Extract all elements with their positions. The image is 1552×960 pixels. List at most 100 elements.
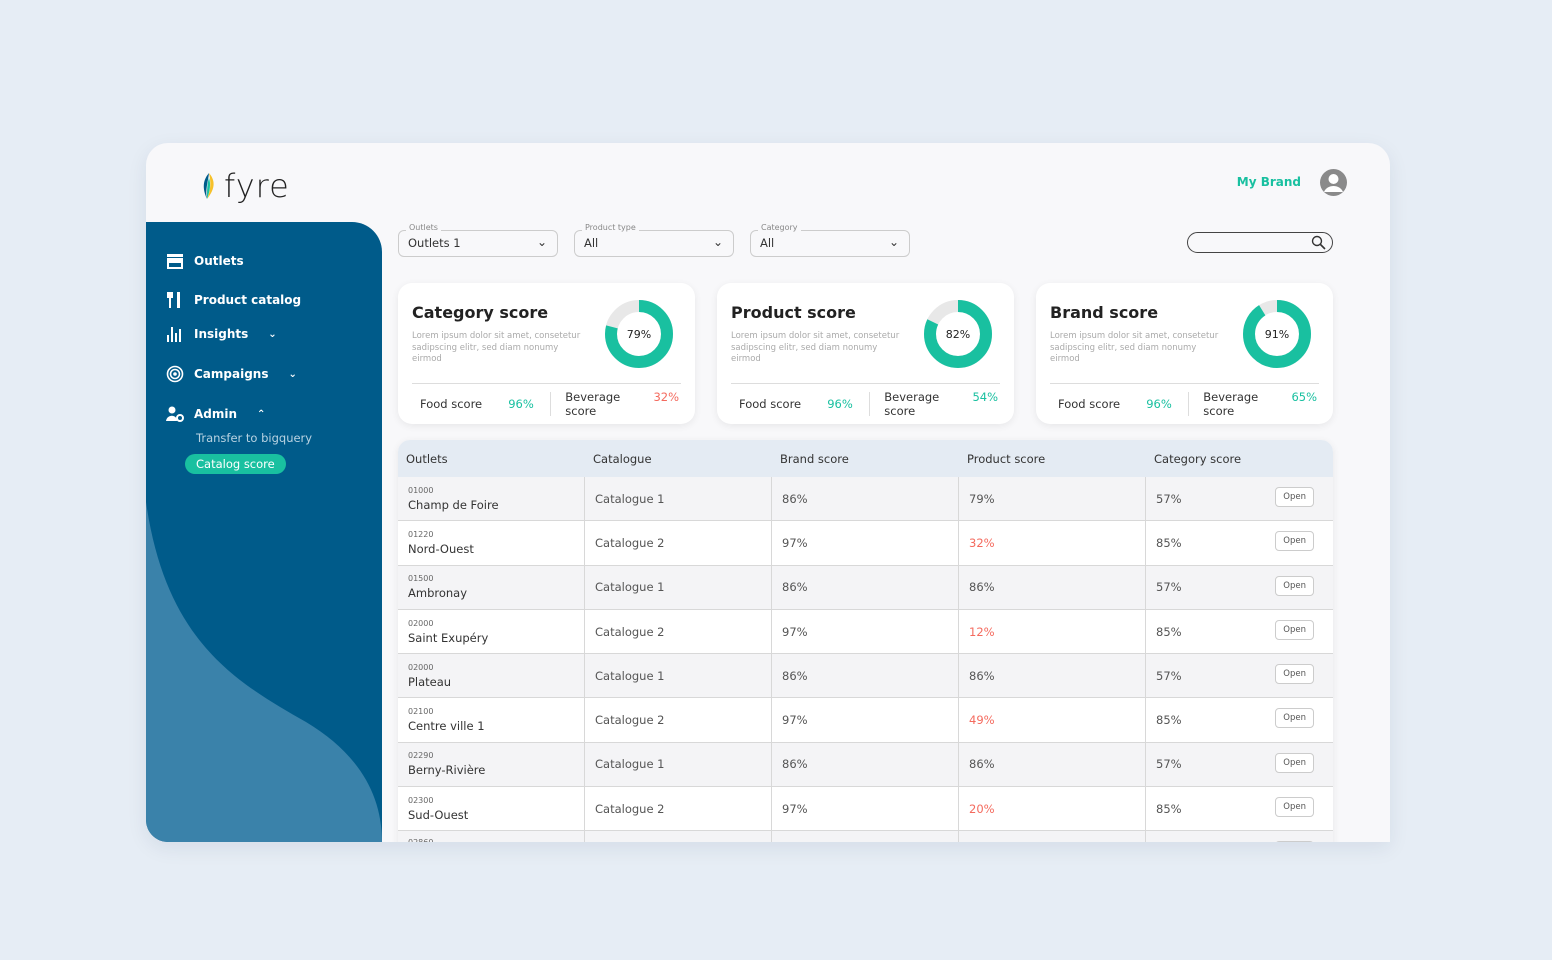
catalogue-cell: Catalogue 2 bbox=[585, 698, 772, 742]
filter-label: Category bbox=[758, 223, 801, 232]
category-score-value: 85% bbox=[1156, 535, 1182, 550]
table-row[interactable]: 01500 Ambronay Catalogue 1 86% 86% 57% Ope… bbox=[398, 565, 1333, 610]
catalogue-cell: Catalogue 1 bbox=[585, 477, 772, 521]
beverage-score-value: 32% bbox=[653, 390, 679, 404]
category-score-cell: 57% Open bbox=[1146, 566, 1333, 609]
brand-link[interactable]: My Brand bbox=[1237, 175, 1301, 189]
app-window: Fyre My Brand Outlets Product catalog In… bbox=[146, 143, 1390, 842]
chevron-down-icon: ⌄ bbox=[268, 328, 277, 340]
category-score-value: 85% bbox=[1156, 801, 1182, 816]
column-header[interactable]: Product score bbox=[959, 452, 1146, 466]
category-score-value: 57% bbox=[1156, 491, 1182, 506]
product-score-cell: 32% bbox=[959, 521, 1146, 565]
category-filter[interactable]: Category All ⌄ bbox=[750, 223, 910, 257]
open-button[interactable]: Open bbox=[1275, 841, 1314, 842]
open-button[interactable]: Open bbox=[1275, 752, 1314, 773]
outlet-code: 01220 bbox=[408, 529, 434, 539]
card-footer: Food score 96% Beverage score 54% bbox=[717, 390, 1014, 418]
chevron-down-icon: ⌄ bbox=[888, 235, 899, 249]
sidebar-label: Product catalog bbox=[194, 293, 302, 307]
search-input[interactable] bbox=[1187, 232, 1333, 253]
card-title: Product score bbox=[731, 303, 856, 322]
column-header[interactable]: Outlets bbox=[398, 452, 585, 466]
table-row[interactable]: 01000 Champ de Foire Catalogue 1 86% 79% … bbox=[398, 477, 1333, 522]
logo-text: Fyre bbox=[224, 167, 290, 205]
sidebar-item-campaigns[interactable]: Campaigns ⌄ bbox=[166, 365, 297, 383]
food-score-value: 96% bbox=[1146, 397, 1172, 411]
divider bbox=[731, 383, 1000, 384]
sidebar-wave bbox=[146, 502, 382, 842]
table-row[interactable]: 02100 Centre ville 1 Catalogue 2 97% 49% … bbox=[398, 698, 1333, 743]
sidebar-subitem-catalog-score[interactable]: Catalog score bbox=[185, 454, 286, 474]
sidebar-subitem-transfer[interactable]: Transfer to bigquery bbox=[196, 431, 312, 445]
outlet-code: 02300 bbox=[408, 795, 434, 805]
outlet-cell: 02000 Plateau bbox=[398, 654, 585, 698]
card-title: Category score bbox=[412, 303, 549, 322]
table-row[interactable]: 02000 Saint Exupéry Catalogue 2 97% 12% 8… bbox=[398, 609, 1333, 655]
table-row[interactable]: 01220 Nord-Ouest Catalogue 2 97% 32% 85% O… bbox=[398, 521, 1333, 566]
beverage-score-label: Beverage score bbox=[1203, 390, 1259, 418]
category-score-cell: 85% Open bbox=[1146, 610, 1333, 653]
open-button[interactable]: Open bbox=[1275, 575, 1314, 596]
outlets-filter[interactable]: Outlets Outlets 1 ⌄ bbox=[398, 223, 558, 257]
table-row[interactable]: 02290 Berny-Rivière Catalogue 1 86% 86% 5… bbox=[398, 742, 1333, 788]
outlet-cell: 02000 Saint Exupéry bbox=[398, 609, 585, 654]
outlet-name: Sud-Ouest bbox=[408, 807, 469, 822]
table-row[interactable]: 02000 Plateau Catalogue 1 86% 86% 57% Open bbox=[398, 654, 1333, 699]
donut-label: 91% bbox=[1265, 328, 1289, 341]
product-type-filter[interactable]: Product type All ⌄ bbox=[574, 223, 734, 257]
logo: Fyre bbox=[200, 167, 290, 205]
brand-score-cell: 86% bbox=[772, 477, 959, 521]
sidebar: Outlets Product catalog Insights ⌄ Campai… bbox=[146, 222, 382, 842]
open-button[interactable]: Open bbox=[1275, 708, 1314, 729]
brand-score-cell: 97% bbox=[772, 609, 959, 654]
outlet-code: 01500 bbox=[408, 574, 434, 584]
sidebar-item-admin[interactable]: Admin ⌃ bbox=[166, 405, 265, 423]
product-score-cell: 49% bbox=[959, 698, 1146, 742]
chevron-down-icon: ⌄ bbox=[288, 368, 297, 380]
catalogue-cell bbox=[585, 831, 772, 842]
filter-label: Product type bbox=[582, 223, 639, 232]
divider bbox=[412, 383, 681, 384]
category-score-value: 57% bbox=[1156, 580, 1182, 595]
outlets-table: Outlets Catalogue Brand score Product sc… bbox=[398, 440, 1333, 842]
outlet-name: Plateau bbox=[408, 674, 452, 689]
filter-value: Outlets 1 bbox=[408, 236, 461, 250]
open-button[interactable]: Open bbox=[1275, 531, 1314, 552]
category-score-cell: Open bbox=[1146, 831, 1333, 842]
filter-value: All bbox=[760, 236, 775, 250]
brand-score-cell: 86% bbox=[772, 742, 959, 787]
sidebar-item-insights[interactable]: Insights ⌄ bbox=[166, 325, 277, 343]
card-description: Lorem ipsum dolor sit amet, consetetur s… bbox=[412, 331, 581, 364]
divider bbox=[1050, 383, 1319, 384]
open-button[interactable]: Open bbox=[1275, 797, 1314, 818]
table-row[interactable]: 02300 Sud-Ouest Catalogue 2 97% 20% 85% Op… bbox=[398, 787, 1333, 832]
column-header[interactable]: Catalogue bbox=[585, 452, 772, 466]
card-description: Lorem ipsum dolor sit amet, consetetur s… bbox=[731, 331, 900, 364]
category-score-cell: 85% Open bbox=[1146, 698, 1333, 741]
filter-value: All bbox=[584, 236, 599, 250]
sidebar-label: Insights bbox=[194, 327, 249, 341]
bar-chart-icon bbox=[167, 327, 181, 342]
column-header[interactable]: Category score bbox=[1146, 452, 1333, 466]
category-score-cell: 85% Open bbox=[1146, 787, 1333, 830]
score-card: Category score Lorem ipsum dolor sit ame… bbox=[398, 283, 695, 424]
food-score-label: Food score bbox=[1058, 397, 1121, 411]
product-score-cell bbox=[959, 831, 1146, 842]
category-score-value: 57% bbox=[1156, 757, 1182, 772]
open-button[interactable]: Open bbox=[1275, 487, 1314, 507]
open-button[interactable]: Open bbox=[1275, 664, 1314, 685]
column-header[interactable]: Brand score bbox=[772, 452, 959, 466]
brand-score-cell: 97% bbox=[772, 787, 959, 831]
table-row[interactable]: 02860 Open bbox=[398, 831, 1333, 842]
score-donut: 82% bbox=[924, 300, 992, 368]
product-score-cell: 79% bbox=[959, 477, 1146, 521]
sidebar-item-product-catalog[interactable]: Product catalog bbox=[166, 291, 301, 309]
outlet-code: 02000 bbox=[408, 662, 434, 672]
open-button[interactable]: Open bbox=[1275, 619, 1314, 640]
score-card: Product score Lorem ipsum dolor sit amet… bbox=[717, 283, 1014, 424]
outlet-name: Saint Exupéry bbox=[408, 630, 489, 645]
food-score-value: 96% bbox=[508, 397, 534, 411]
user-avatar-icon[interactable] bbox=[1320, 169, 1347, 196]
sidebar-item-outlets[interactable]: Outlets bbox=[166, 252, 244, 270]
